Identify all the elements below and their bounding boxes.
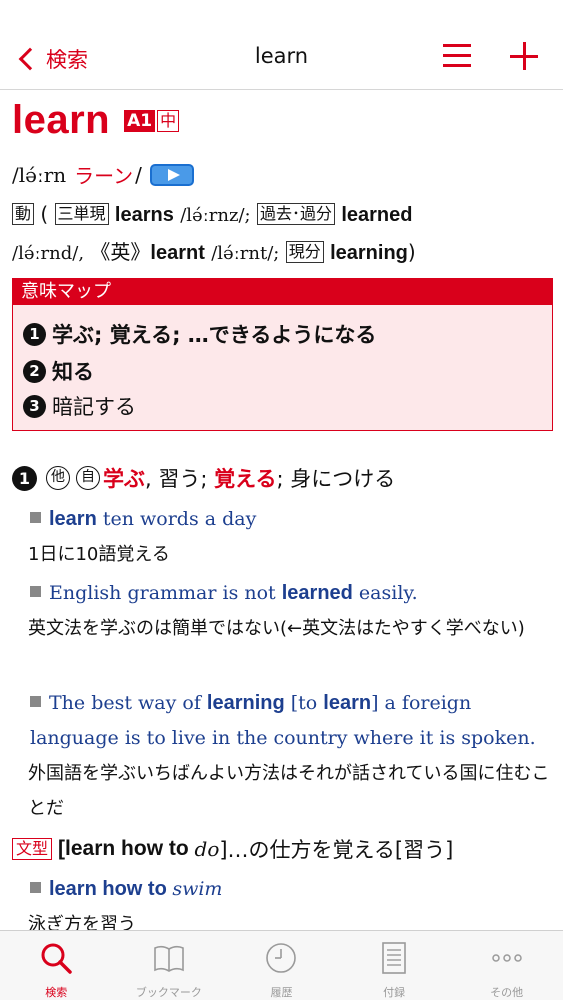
past-ipa: /lə́ːrnd/, (12, 243, 85, 264)
bullet-square-icon (30, 586, 41, 597)
british-label: 《英》 (90, 240, 151, 264)
pronunciation-row: /lə́ːrn ラーン / (12, 160, 194, 189)
pattern-label: 文型 (12, 838, 53, 860)
meaning-map-item-text: 知る (52, 360, 94, 384)
open-paren: ( (40, 202, 49, 226)
document-icon (382, 942, 406, 974)
number-icon: 1 (23, 322, 46, 346)
clock-icon (266, 943, 297, 973)
meaning-map-item[interactable]: 3 暗記する (23, 391, 136, 421)
sense-text: ; 身につける (276, 467, 396, 491)
example-text: The best way of (49, 692, 207, 714)
meaning-map-item[interactable]: 2 知る (23, 356, 94, 386)
example-translation: 英文法を学ぶのは簡単ではない(←英文法はたやすく学べない) (28, 618, 525, 639)
pronunciation-ipa: /lə́ːrn (12, 162, 67, 187)
example-translation: 1日に10語覚える (28, 544, 170, 565)
third-person-label: 三単現 (54, 203, 109, 225)
navigation-bar: 検索 learn (0, 0, 563, 90)
british-ipa: /lə́ːrnt/; (211, 243, 280, 264)
third-person-ipa: /lə́ːrnz/; (180, 205, 251, 226)
pronunciation-slash: / (135, 162, 142, 187)
inflection-forms: 動 ( 三単現 learns /lə́ːrnz/; 過去･過分 learned … (12, 196, 557, 272)
meaning-map: 意味マップ 1 学ぶ; 覚える; …できるようになる 2 知る 3 暗記する (12, 278, 553, 431)
meaning-map-item-text: 暗記する (52, 395, 136, 419)
example-sentence: learn ten words a day 1日に10語覚える (28, 502, 555, 572)
example-text: [to (284, 692, 324, 714)
example-text: ten words a day (96, 508, 257, 530)
example-bold: learn (323, 692, 372, 714)
tab-label: その他 (490, 986, 524, 999)
tab-search[interactable]: 検索 (0, 931, 113, 1000)
bullet-square-icon (30, 882, 41, 893)
menu-icon (443, 44, 471, 47)
sense-text: , 習う; (145, 467, 215, 491)
meaning-map-header: 意味マップ (13, 279, 552, 305)
bullet-square-icon (30, 696, 41, 707)
bullet-square-icon (30, 512, 41, 523)
tab-label: ブックマーク (135, 986, 202, 999)
pos-label: 動 (12, 203, 35, 225)
past-label: 過去･過分 (256, 203, 335, 225)
transitive-tag: 他 (46, 466, 70, 490)
tab-more[interactable]: その他 (450, 931, 563, 1000)
meaning-map-item-text: 学ぶ; 覚える; …できるようになる (52, 323, 377, 347)
search-icon (41, 943, 73, 974)
example-bold: learn (49, 508, 97, 530)
more-icon (491, 954, 522, 962)
pattern-bold: [learn how to (58, 837, 195, 860)
example-text: English grammar is not (49, 582, 282, 604)
present-participle-form: learning (330, 242, 408, 264)
tab-appendix[interactable]: 付録 (338, 931, 451, 1000)
sense-meaning-1: 学ぶ (103, 467, 145, 491)
british-form: learnt (150, 242, 205, 264)
pattern-italic: do (194, 837, 220, 861)
example-text: easily. (352, 582, 418, 604)
example-bold: learning (206, 692, 285, 714)
page-title: learn (254, 44, 309, 68)
tab-bookmark[interactable]: ブックマーク (113, 931, 226, 1000)
level-badge: A1 (124, 109, 156, 132)
example-translation: 泳ぎ方を習う (28, 914, 136, 930)
tab-label: 検索 (45, 986, 68, 999)
headword: learn (12, 98, 111, 142)
example-sentence: learn how to swim 泳ぎ方を習う (28, 872, 555, 930)
close-paren: ) (407, 240, 416, 264)
play-audio-icon[interactable] (149, 163, 194, 186)
tab-history[interactable]: 履歴 (225, 931, 338, 1000)
pronunciation-kana: ラーン (74, 164, 134, 188)
present-participle-label: 現分 (285, 241, 324, 263)
menu-button[interactable] (443, 44, 471, 68)
example-translation: 外国語を学ぶいちばんよい方法はそれが話されている国に住むことだ (28, 763, 550, 819)
example-sentence: The best way of learning [to learn] a fo… (28, 686, 555, 826)
tab-label: 履歴 (270, 986, 293, 999)
number-icon: 2 (23, 359, 46, 383)
pattern-text: ]…の仕方を覚える[習う] (219, 838, 454, 862)
headword-row: learn A1 中 (12, 98, 180, 143)
entry-content[interactable]: learn A1 中 /lə́ːrn ラーン / 動 ( 三単現 learns … (0, 90, 563, 930)
example-bold: learned (281, 582, 353, 604)
level-badge-secondary: 中 (157, 109, 180, 132)
example-italic: swim (172, 878, 223, 900)
sentence-pattern: 文型 [learn how to do]…の仕方を覚える[習う] (12, 834, 453, 864)
book-icon (154, 945, 184, 972)
past-form: learned (341, 204, 413, 226)
sense-meaning-2: 覚える (214, 467, 277, 491)
meaning-map-item[interactable]: 1 学ぶ; 覚える; …できるようになる (23, 319, 376, 349)
third-person-form: learns (114, 204, 174, 226)
number-icon: 3 (23, 394, 46, 418)
tab-bar: 検索 ブックマーク 履歴 付録 その他 (0, 930, 563, 1000)
add-button[interactable] (510, 42, 538, 70)
sense-heading: 1 他 自 学ぶ , 習う; 覚える ; 身につける (12, 463, 395, 493)
tab-label: 付録 (383, 986, 406, 999)
example-sentence: English grammar is not learned easily. 英… (28, 576, 555, 646)
number-icon: 1 (12, 465, 37, 491)
example-bold: learn how to (49, 878, 173, 900)
intransitive-tag: 自 (76, 466, 100, 490)
